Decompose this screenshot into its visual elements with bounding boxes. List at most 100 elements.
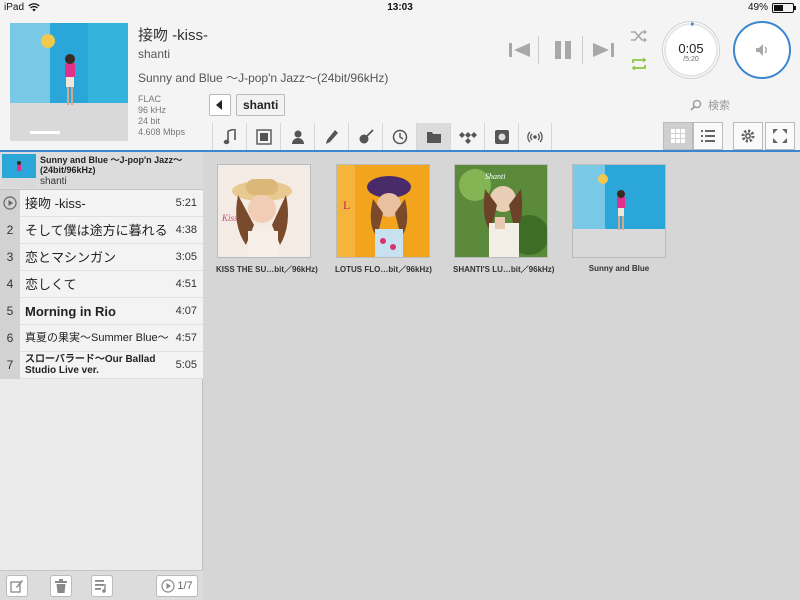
clock: 13:03 bbox=[387, 2, 413, 13]
playlist-track[interactable]: 7 スローバラード〜Our Ballad Studio Live ver. 5:… bbox=[0, 352, 203, 379]
track-name: 真夏の果実〜Summer Blue〜 bbox=[25, 332, 169, 344]
play-circle-icon bbox=[161, 579, 175, 593]
elapsed-time: 0:05 bbox=[678, 41, 704, 56]
track-number: 3 bbox=[0, 244, 20, 271]
svg-text:L: L bbox=[343, 198, 350, 212]
shuffle-button[interactable] bbox=[629, 28, 649, 44]
track-number: 6 bbox=[0, 325, 20, 352]
expand-icon bbox=[773, 129, 787, 143]
back-button[interactable] bbox=[209, 94, 231, 116]
grid-view-button[interactable] bbox=[663, 122, 693, 150]
track-duration: 5:21 bbox=[175, 197, 197, 209]
delete-button[interactable] bbox=[50, 575, 72, 597]
grid-icon bbox=[671, 129, 685, 143]
track-name: 恋しくて bbox=[25, 277, 77, 292]
music-note-icon bbox=[223, 129, 236, 145]
artist-icon bbox=[291, 130, 304, 144]
now-playing-cover[interactable] bbox=[10, 23, 128, 141]
tidal-icon bbox=[458, 132, 477, 144]
playlist-track[interactable]: 5 Morning in Rio 4:07 bbox=[0, 298, 203, 325]
tab-songs[interactable] bbox=[212, 123, 246, 151]
guitar-icon bbox=[359, 129, 374, 144]
track-number: 7 bbox=[0, 352, 20, 379]
playlist-artist: shanti bbox=[40, 176, 67, 187]
playlist-icon bbox=[95, 580, 106, 593]
playlist-toolbar: 1/7 bbox=[0, 570, 203, 600]
search-icon bbox=[690, 99, 702, 111]
tab-composers[interactable] bbox=[314, 123, 348, 151]
source-tabs bbox=[212, 123, 552, 151]
playlist-menu-button[interactable] bbox=[91, 575, 113, 597]
list-view-button[interactable] bbox=[693, 122, 723, 150]
track-name: Morning in Rio bbox=[25, 304, 116, 319]
edit-icon bbox=[10, 580, 23, 593]
playlist-track[interactable]: 3 恋とマシンガン 3:05 bbox=[0, 244, 203, 271]
previous-button[interactable] bbox=[505, 37, 535, 63]
album-tile[interactable]: Kiss KISS THE SU…bit／96kHz) bbox=[216, 164, 318, 275]
album-icon bbox=[255, 129, 272, 145]
pause-icon bbox=[555, 41, 571, 59]
pause-button[interactable] bbox=[548, 37, 578, 63]
album-tile[interactable]: Shanti SHANTI'S LU…bit／96kHz) bbox=[453, 164, 555, 275]
fullscreen-button[interactable] bbox=[765, 122, 795, 150]
track-album[interactable]: Sunny and Blue 〜J-pop'n Jazz〜(24bit/96kH… bbox=[138, 69, 388, 86]
track-name: スローバラード〜Our Ballad Studio Live ver. bbox=[25, 354, 156, 376]
tab-albums[interactable] bbox=[246, 123, 280, 151]
tab-artists[interactable] bbox=[280, 123, 314, 151]
repeat-icon bbox=[631, 57, 647, 71]
album-title: KISS THE SU…bit／96kHz) bbox=[216, 265, 318, 274]
status-bar: iPad 13:03 49% bbox=[0, 0, 800, 16]
tab-radio[interactable] bbox=[518, 123, 552, 151]
track-number: 5 bbox=[0, 298, 20, 325]
track-title: 接吻 -kiss- bbox=[138, 27, 208, 44]
volume-button[interactable] bbox=[733, 21, 791, 79]
breadcrumb[interactable]: shanti bbox=[236, 94, 286, 116]
skip-forward-icon bbox=[593, 43, 614, 57]
album-tile[interactable]: Sunny and Blue bbox=[571, 164, 667, 273]
disc-icon bbox=[494, 130, 509, 144]
tab-disc[interactable] bbox=[484, 123, 518, 151]
tab-tidal[interactable] bbox=[450, 123, 484, 151]
next-button[interactable] bbox=[588, 37, 618, 63]
track-position-button[interactable]: 1/7 bbox=[156, 575, 198, 597]
settings-button[interactable] bbox=[733, 122, 763, 150]
track-duration: 4:51 bbox=[175, 278, 197, 290]
edit-playlist-button[interactable] bbox=[6, 575, 28, 597]
format-samplerate: 96 kHz bbox=[138, 105, 167, 115]
tab-recent[interactable] bbox=[382, 123, 416, 151]
format-codec: FLAC bbox=[138, 94, 162, 104]
folder-icon bbox=[426, 132, 441, 143]
playback-progress-ring[interactable]: 0:05 /5:20 bbox=[662, 21, 720, 79]
divider bbox=[582, 36, 583, 64]
playlist-track[interactable]: 4 恋しくて 4:51 bbox=[0, 271, 203, 298]
back-arrow-icon bbox=[216, 100, 222, 110]
svg-text:Shanti: Shanti bbox=[485, 172, 505, 181]
gear-icon bbox=[741, 129, 755, 143]
tab-folders[interactable] bbox=[416, 123, 450, 151]
playlist-panel: Sunny and Blue 〜J-pop'n Jazz〜(24bit/96kH… bbox=[0, 152, 203, 600]
search-placeholder: 検索 bbox=[708, 100, 730, 112]
battery-percent: 49% bbox=[747, 2, 768, 13]
album-title: SHANTI'S LU…bit／96kHz) bbox=[453, 265, 555, 274]
tab-genres[interactable] bbox=[348, 123, 382, 151]
track-number: 4 bbox=[0, 271, 20, 298]
playlist-track[interactable]: 接吻 -kiss- 5:21 bbox=[0, 190, 203, 217]
search-field[interactable]: 検索 bbox=[690, 96, 790, 114]
now-playing-header: FLAC 96 kHz 24 bit 4.608 Mbps 接吻 -kiss- … bbox=[0, 16, 800, 151]
track-duration: 4:38 bbox=[175, 224, 197, 236]
album-title: Sunny and Blue bbox=[588, 264, 650, 273]
playlist-track[interactable]: 6 真夏の果実〜Summer Blue〜 4:57 bbox=[0, 325, 203, 352]
album-cover bbox=[572, 164, 666, 258]
track-artist[interactable]: shanti bbox=[138, 47, 170, 61]
repeat-button[interactable] bbox=[629, 56, 649, 72]
playlist-album-thumb bbox=[2, 154, 36, 188]
track-duration: 4:07 bbox=[175, 305, 197, 317]
track-name: そして僕は途方に暮れる bbox=[25, 223, 168, 238]
skip-back-icon bbox=[509, 43, 530, 57]
playlist-track[interactable]: 2 そして僕は途方に暮れる 4:38 bbox=[0, 217, 203, 244]
album-tile[interactable]: L LOTUS FLO…bit／96kHz) bbox=[335, 164, 432, 275]
playlist-header[interactable]: Sunny and Blue 〜J-pop'n Jazz〜(24bit/96kH… bbox=[0, 152, 203, 190]
track-duration: 3:05 bbox=[175, 251, 197, 263]
album-cover: Shanti bbox=[454, 164, 548, 258]
track-number bbox=[0, 190, 20, 217]
